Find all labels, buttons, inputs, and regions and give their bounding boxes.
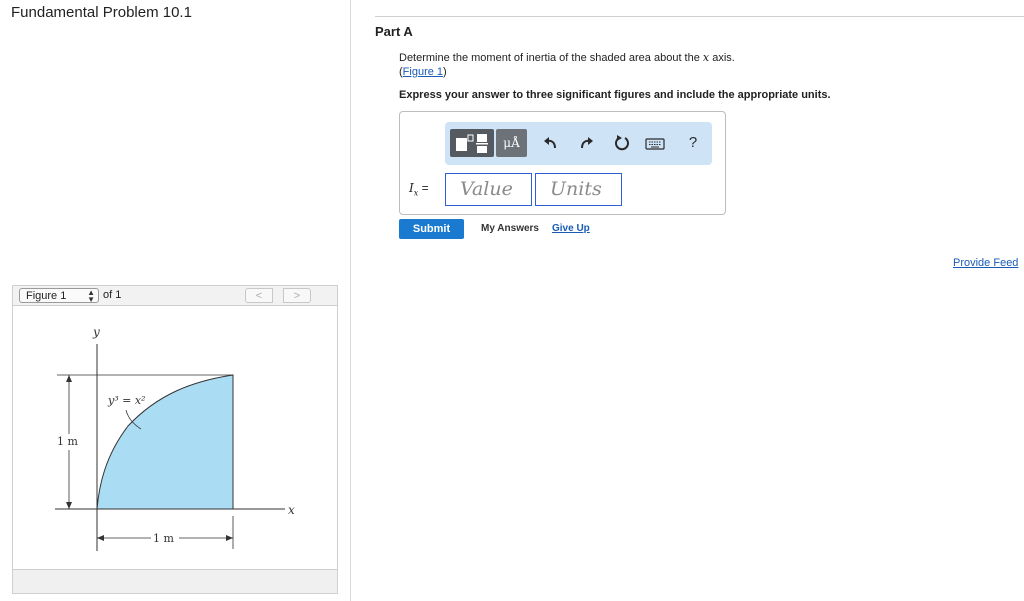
equals-sign: = bbox=[421, 181, 429, 195]
question-prefix: Determine the moment of inertia of the s… bbox=[399, 52, 703, 64]
help-icon[interactable]: ? bbox=[683, 132, 703, 154]
figure-toolbar: Figure 1 ▲ ▼ of 1 < > bbox=[12, 285, 338, 306]
width-dimension-label: 1 m bbox=[153, 532, 174, 545]
redo-icon[interactable] bbox=[576, 132, 596, 154]
answer-variable-label: Ix = bbox=[409, 181, 429, 197]
templates-button[interactable] bbox=[450, 129, 494, 157]
math-toolbar: μÅ ? bbox=[445, 122, 712, 165]
part-label: Part A bbox=[375, 24, 413, 39]
units-input[interactable]: Units bbox=[535, 173, 622, 206]
figure-link[interactable]: Figure 1 bbox=[403, 66, 443, 78]
next-figure-button[interactable]: > bbox=[283, 288, 311, 303]
height-dimension-label: 1 m bbox=[57, 435, 78, 448]
submit-button[interactable]: Submit bbox=[399, 219, 464, 239]
figure-select[interactable]: Figure 1 ▲ ▼ bbox=[19, 288, 99, 304]
my-answers-label: My Answers bbox=[481, 223, 539, 234]
width-arrow-left-icon bbox=[97, 535, 104, 541]
give-up-link[interactable]: Give Up bbox=[552, 223, 590, 234]
width-arrow-right-icon bbox=[226, 535, 233, 541]
templates-icon bbox=[456, 134, 488, 153]
curve-equation-label: y³ = x² bbox=[107, 394, 145, 407]
problem-title: Fundamental Problem 10.1 bbox=[11, 4, 192, 21]
answer-box: μÅ ? Ix = Value Units bbox=[399, 111, 726, 215]
figure-link-close: ) bbox=[443, 66, 447, 78]
question-text: Determine the moment of inertia of the s… bbox=[399, 51, 735, 64]
units-button[interactable]: μÅ bbox=[496, 129, 527, 157]
select-arrows-icon: ▲ ▼ bbox=[87, 288, 95, 304]
height-arrow-bottom-icon bbox=[66, 502, 72, 509]
part-divider bbox=[375, 16, 1024, 17]
figure-select-label: Figure 1 bbox=[26, 290, 67, 302]
y-axis-label: y bbox=[92, 325, 100, 339]
figure-count: of 1 bbox=[103, 289, 122, 301]
undo-icon[interactable] bbox=[541, 132, 561, 154]
question-suffix: axis. bbox=[709, 52, 735, 64]
height-arrow-top-icon bbox=[66, 375, 72, 382]
figure-frame: y x 1 m 1 m y³ = x² bbox=[12, 306, 338, 570]
keyboard-icon[interactable] bbox=[645, 132, 665, 154]
figure-footer bbox=[12, 569, 338, 594]
previous-figure-button[interactable]: < bbox=[245, 288, 273, 303]
left-panel: Fundamental Problem 10.1 Figure 1 ▲ ▼ of … bbox=[0, 0, 351, 601]
provide-feedback-link[interactable]: Provide Feed bbox=[953, 257, 1018, 269]
answer-variable-subscript: x bbox=[413, 188, 419, 198]
instruction-text: Express your answer to three significant… bbox=[399, 89, 831, 101]
figure-link-line: (Figure 1) bbox=[399, 66, 447, 78]
reset-icon[interactable] bbox=[612, 132, 632, 154]
x-axis-label: x bbox=[288, 503, 295, 517]
figure-diagram: y x 1 m 1 m y³ = x² bbox=[55, 325, 295, 551]
value-input[interactable]: Value bbox=[445, 173, 532, 206]
